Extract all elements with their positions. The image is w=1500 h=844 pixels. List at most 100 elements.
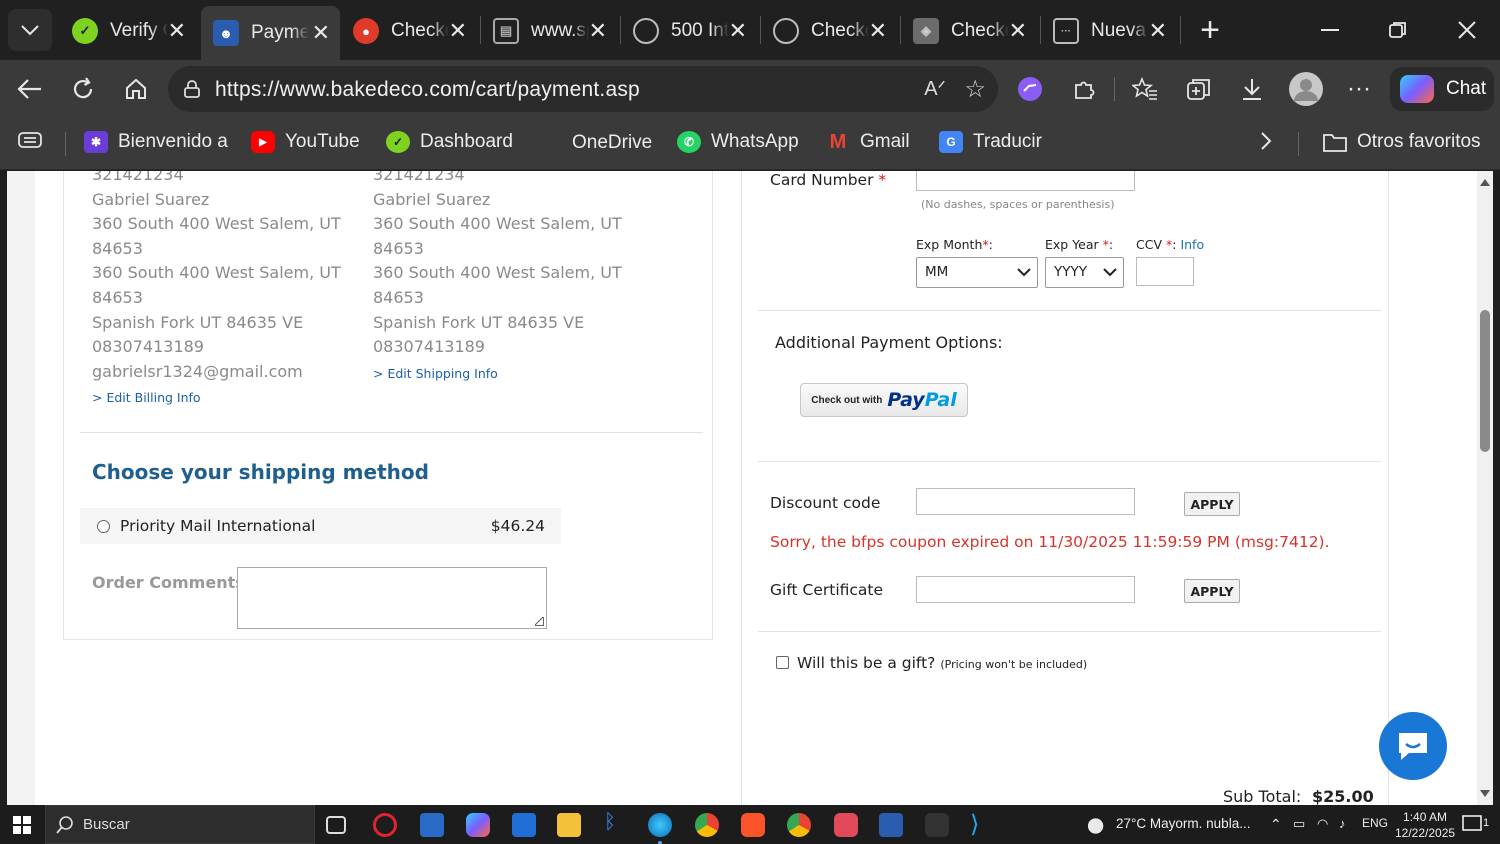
chevron-right-icon[interactable] bbox=[1260, 131, 1272, 151]
vscode-icon[interactable]: ⟩ bbox=[970, 810, 994, 838]
back-icon[interactable] bbox=[10, 69, 50, 109]
ccv-info-link[interactable]: Info bbox=[1180, 237, 1204, 252]
chrome-icon[interactable] bbox=[695, 813, 719, 837]
tab-actions-menu-button[interactable] bbox=[8, 9, 52, 51]
bookmark-whatsapp[interactable]: ✆ WhatsApp bbox=[677, 131, 799, 153]
weather-text[interactable]: 27°C Mayorm. nubla... bbox=[1116, 816, 1250, 831]
app-blue-icon[interactable] bbox=[879, 813, 903, 837]
edit-shipping-link[interactable]: > Edit Shipping Info bbox=[373, 362, 622, 387]
shipping-option-radio[interactable] bbox=[97, 520, 110, 533]
home-icon[interactable] bbox=[116, 69, 156, 109]
gift-checkbox[interactable] bbox=[776, 656, 789, 669]
ccv-input[interactable] bbox=[1136, 257, 1194, 286]
tab-new-tab[interactable]: ··· Nueva ✕ bbox=[1041, 8, 1177, 54]
scroll-up-arrow-icon[interactable] bbox=[1480, 179, 1490, 186]
edge-icon[interactable] bbox=[648, 813, 672, 837]
close-tab-icon[interactable]: ✕ bbox=[449, 18, 467, 44]
tab-checkout-1[interactable]: ● Checko ✕ bbox=[341, 8, 477, 54]
order-comments-textarea[interactable] bbox=[237, 567, 547, 629]
tab-www[interactable]: ▤ www.sp ✕ bbox=[481, 8, 617, 54]
app-dark-icon[interactable] bbox=[925, 813, 949, 837]
weather-cloud-icon[interactable] bbox=[1086, 814, 1110, 834]
collections-icon[interactable] bbox=[1179, 69, 1219, 109]
tab-verify[interactable]: ✓ Verify C ✕ bbox=[60, 8, 196, 54]
close-tab-icon[interactable]: ✕ bbox=[869, 18, 887, 44]
page-scrollbar[interactable] bbox=[1477, 171, 1493, 805]
bluetooth-icon[interactable]: ᛒ bbox=[604, 811, 622, 835]
bookmark-bienvenido[interactable]: ✱ Bienvenido a bbox=[84, 131, 228, 153]
discount-code-input[interactable] bbox=[916, 488, 1135, 515]
sidebar-toggle-icon[interactable] bbox=[18, 131, 42, 149]
downloads-icon[interactable] bbox=[1232, 69, 1272, 109]
extensions-puzzle-icon[interactable] bbox=[1064, 69, 1104, 109]
check-favicon-icon: ✓ bbox=[72, 18, 98, 44]
profile-avatar-icon[interactable] bbox=[1286, 69, 1326, 109]
notifications-icon[interactable] bbox=[1462, 815, 1484, 836]
volume-icon[interactable]: ♪ bbox=[1339, 816, 1346, 831]
copilot-chat-button[interactable]: Chat bbox=[1390, 67, 1494, 111]
windows-start-icon[interactable] bbox=[13, 816, 31, 834]
other-favorites-folder[interactable]: Otros favoritos bbox=[1323, 131, 1481, 153]
apply-discount-button[interactable]: APPLY bbox=[1184, 492, 1240, 516]
opera-icon[interactable] bbox=[373, 813, 397, 837]
close-tab-icon[interactable]: ✕ bbox=[168, 18, 186, 44]
app-red-icon[interactable] bbox=[834, 813, 858, 837]
tab-500-internal[interactable]: 500 Int ✕ bbox=[621, 8, 757, 54]
calculator-icon[interactable] bbox=[420, 813, 444, 837]
chrome-profile-icon[interactable] bbox=[787, 813, 811, 837]
close-tab-icon[interactable]: ✕ bbox=[1009, 18, 1027, 44]
live-chat-button[interactable] bbox=[1379, 712, 1447, 780]
order-comments-label: Order Comments bbox=[92, 573, 245, 592]
close-tab-icon[interactable]: ✕ bbox=[1149, 18, 1167, 44]
tab-payment[interactable]: ☻ Paymen ✕ bbox=[201, 6, 340, 60]
scrollbar-thumb[interactable] bbox=[1480, 310, 1490, 452]
copilot-taskbar-icon[interactable] bbox=[466, 813, 490, 837]
bookmark-traducir[interactable]: G Traducir bbox=[939, 131, 1042, 153]
bookmark-youtube[interactable]: ▶ YouTube bbox=[251, 131, 360, 153]
file-explorer-icon[interactable] bbox=[557, 813, 581, 837]
url-text[interactable]: https://www.bakedeco.com/cart/payment.as… bbox=[215, 78, 640, 102]
refresh-icon[interactable] bbox=[63, 69, 103, 109]
gift-certificate-input[interactable] bbox=[916, 576, 1135, 603]
bakedeco-favicon-icon: ☻ bbox=[213, 20, 239, 46]
favorites-list-icon[interactable] bbox=[1125, 69, 1165, 109]
shipping-option-priority-mail[interactable]: Priority Mail International $46.24 bbox=[80, 508, 561, 544]
apply-gift-certificate-button[interactable]: APPLY bbox=[1184, 579, 1240, 603]
close-tab-icon[interactable]: ✕ bbox=[312, 20, 330, 46]
page-viewport: 321421234 Gabriel Suarez 360 South 400 W… bbox=[7, 171, 1477, 805]
bookmark-dashboard[interactable]: ✓ Dashboard bbox=[386, 131, 513, 153]
tray-overflow-icon[interactable]: ⌃ bbox=[1270, 816, 1282, 833]
brave-icon[interactable] bbox=[741, 813, 765, 837]
edit-billing-link[interactable]: > Edit Billing Info bbox=[92, 386, 341, 411]
extension-purple-icon[interactable] bbox=[1010, 69, 1050, 109]
exp-month-label: Exp Month*: bbox=[916, 237, 993, 252]
read-aloud-icon[interactable]: Aᐟ bbox=[924, 76, 946, 101]
paypal-checkout-button[interactable]: Check out with Pay Pal bbox=[800, 383, 968, 417]
language-indicator[interactable]: ENG bbox=[1362, 816, 1388, 830]
outlook-icon[interactable] bbox=[512, 813, 536, 837]
task-view-icon[interactable] bbox=[326, 816, 346, 834]
card-number-input[interactable] bbox=[916, 171, 1135, 191]
bookmark-gmail[interactable]: M Gmail bbox=[826, 131, 910, 153]
close-tab-icon[interactable]: ✕ bbox=[729, 18, 747, 44]
more-options-icon[interactable]: ··· bbox=[1339, 69, 1379, 109]
favorite-star-icon[interactable]: ☆ bbox=[964, 75, 986, 104]
taskbar-search[interactable]: Buscar bbox=[45, 805, 315, 844]
bookmark-onedrive[interactable]: OneDrive bbox=[538, 131, 652, 155]
exp-month-select[interactable]: MM bbox=[916, 257, 1038, 288]
minimize-icon[interactable] bbox=[1307, 10, 1353, 50]
wifi-icon[interactable]: ◠ bbox=[1317, 816, 1328, 832]
tab-checkout-2[interactable]: Checko ✕ bbox=[761, 8, 897, 54]
scroll-down-arrow-icon[interactable] bbox=[1480, 790, 1490, 797]
taskbar-clock[interactable]: 1:40 AM 12/22/2025 bbox=[1395, 809, 1455, 841]
new-tab-button[interactable]: + bbox=[1192, 10, 1228, 50]
exp-year-select[interactable]: YYYY bbox=[1045, 257, 1124, 288]
address-bar[interactable]: https://www.bakedeco.com/cart/payment.as… bbox=[168, 66, 998, 112]
close-window-icon[interactable] bbox=[1444, 10, 1490, 50]
tab-checkout-3[interactable]: ◈ Checko ✕ bbox=[901, 8, 1037, 54]
subtotal-value: $25.00 bbox=[1312, 787, 1374, 805]
battery-icon[interactable]: ▭ bbox=[1293, 816, 1305, 832]
close-tab-icon[interactable]: ✕ bbox=[589, 18, 607, 44]
site-info-icon[interactable] bbox=[182, 79, 202, 99]
restore-icon[interactable] bbox=[1375, 10, 1421, 50]
